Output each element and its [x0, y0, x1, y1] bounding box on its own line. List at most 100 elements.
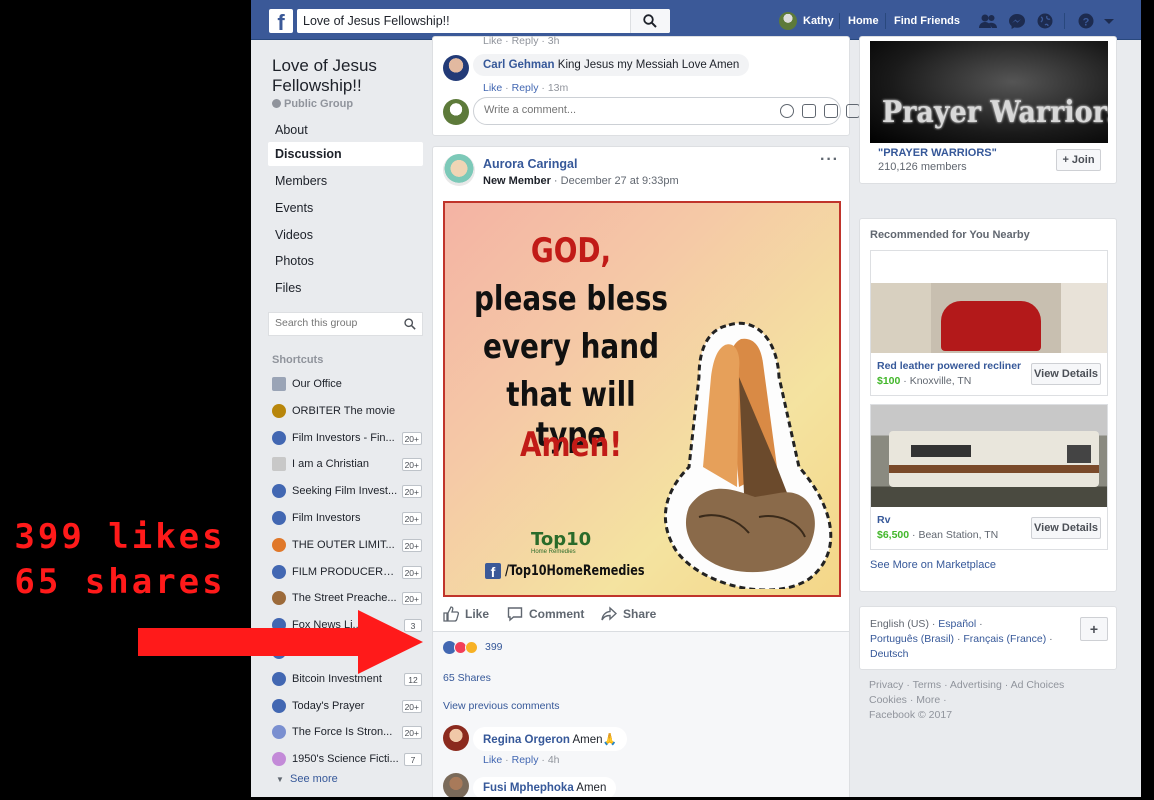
- comment-author[interactable]: Carl Gehman: [483, 59, 555, 71]
- item-title: Red leather powered recliner: [877, 360, 1022, 372]
- search-input[interactable]: [303, 12, 623, 30]
- comment-author[interactable]: Fusi Mphephoka: [483, 782, 574, 794]
- item-photo: [871, 283, 1107, 353]
- account-menu-chevron-down-icon[interactable]: [1101, 13, 1119, 29]
- item-price: $100: [877, 375, 901, 387]
- home-link[interactable]: Home: [848, 15, 879, 27]
- shortcut-item[interactable]: Our Office: [272, 374, 422, 394]
- unread-count-badge: 12: [404, 672, 422, 686]
- shortcut-item[interactable]: Today's Prayer 20+: [272, 696, 422, 716]
- view-details-button[interactable]: View Details: [1031, 517, 1101, 539]
- shortcut-item[interactable]: Film Investors - Fin... 20+: [272, 428, 422, 448]
- share-label: Share: [623, 607, 657, 621]
- see-more-marketplace-link[interactable]: See More on Marketplace: [870, 559, 996, 571]
- shortcut-item[interactable]: Seeking Film Invest... 20+: [272, 481, 422, 501]
- planet-icon: [272, 537, 286, 552]
- search-button[interactable]: [630, 9, 670, 33]
- group-icon: [272, 511, 286, 525]
- group-search-box: [268, 312, 423, 336]
- search-icon[interactable]: [404, 318, 416, 330]
- join-group-button[interactable]: + Join: [1056, 149, 1101, 171]
- shortcut-item[interactable]: THE OUTER LIMIT... 20+: [272, 535, 422, 555]
- unread-count-badge: 20+: [401, 538, 422, 552]
- shortcut-item[interactable]: Film Investors 20+: [272, 508, 422, 528]
- see-more-label: See more: [290, 773, 338, 785]
- image-brand-logo: Top10: [531, 529, 592, 550]
- group-title[interactable]: Love of Jesus Fellowship!!: [272, 56, 422, 96]
- group-nav-videos[interactable]: Videos: [268, 223, 423, 247]
- group-nav-about[interactable]: About: [268, 118, 423, 142]
- shortcut-item[interactable]: I am a Christian 20+: [272, 454, 422, 474]
- comment-like-link[interactable]: Like: [483, 754, 502, 766]
- group-nav-files[interactable]: Files: [268, 276, 423, 300]
- comment-reply-link[interactable]: Reply: [512, 82, 539, 94]
- office-icon: [272, 377, 286, 391]
- language-option[interactable]: Português (Brasil): [870, 633, 954, 645]
- footer-line[interactable]: Cookies · More ·: [869, 693, 1109, 708]
- group-nav-events[interactable]: Events: [268, 196, 423, 220]
- annotation-arrow-icon: [138, 610, 423, 674]
- post-author[interactable]: Aurora Caringal: [483, 157, 577, 171]
- person-icon: [272, 591, 286, 606]
- comment-author[interactable]: Regina Orgeron: [483, 734, 570, 746]
- group-nav-members[interactable]: Members: [268, 169, 423, 193]
- write-comment-input[interactable]: [484, 104, 734, 116]
- author-avatar[interactable]: [443, 154, 475, 186]
- image-brand-sub: Home Remedies: [531, 549, 576, 555]
- comment-reply-link[interactable]: Reply: [512, 754, 539, 766]
- language-option[interactable]: Español: [938, 618, 976, 630]
- camera-icon[interactable]: [802, 104, 816, 118]
- suggested-group-name[interactable]: "PRAYER WARRIORS": [878, 147, 997, 159]
- item-photo: [871, 405, 1107, 507]
- unread-count-badge: 20+: [401, 458, 422, 472]
- see-more-shortcuts-link[interactable]: ▼ See more: [276, 773, 338, 785]
- friend-requests-icon[interactable]: [979, 13, 997, 29]
- comment-text: Amen🙏: [572, 734, 617, 746]
- group-nav-discussion[interactable]: Discussion: [268, 142, 423, 166]
- avatar[interactable]: [443, 773, 469, 797]
- shortcut-item[interactable]: 1950's Science Ficti... 7: [272, 749, 422, 769]
- user-avatar[interactable]: [779, 12, 797, 30]
- view-details-button[interactable]: View Details: [1031, 363, 1101, 385]
- footer-line[interactable]: Privacy · Terms · Advertising · Ad Choic…: [869, 678, 1109, 693]
- group-nav-photos[interactable]: Photos: [268, 249, 423, 273]
- language-option[interactable]: Deutsch: [870, 648, 909, 660]
- post-date[interactable]: December 27 at 9:33pm: [561, 175, 679, 187]
- find-friends-link[interactable]: Find Friends: [894, 15, 960, 27]
- add-language-plus-icon[interactable]: +: [1080, 617, 1108, 641]
- shares-count-link[interactable]: 65 Shares: [443, 672, 491, 684]
- shortcut-item[interactable]: ORBITER The movie: [272, 401, 422, 421]
- comment-like-link[interactable]: Like: [483, 82, 502, 94]
- marketplace-item[interactable]: Red leather powered recliner $100 · Knox…: [870, 250, 1108, 396]
- post-image[interactable]: GOD, please bless every hand that will t…: [443, 201, 841, 597]
- sticker-icon[interactable]: [846, 104, 860, 118]
- shortcut-item[interactable]: FILM PRODUCERS,FIN...20+: [272, 562, 422, 582]
- shortcut-item[interactable]: The Force Is Stron... 20+: [272, 722, 422, 742]
- gif-icon[interactable]: [824, 104, 838, 118]
- facebook-logo-icon: f: [485, 563, 501, 579]
- footer-links: Privacy · Terms · Advertising · Ad Choic…: [869, 678, 1109, 723]
- help-icon[interactable]: ?: [1077, 13, 1095, 29]
- language-list: English (US) · Español · Português (Bras…: [870, 618, 1053, 660]
- avatar[interactable]: [443, 55, 469, 81]
- suggested-group-card: Prayer Warriors "PRAYER WARRIORS" 210,12…: [859, 36, 1117, 184]
- post-options-icon[interactable]: ···: [820, 151, 839, 169]
- language-current: English (US): [870, 618, 929, 630]
- previous-post-comments: Like · Reply · 3h Carl Gehman King Jesus…: [432, 35, 860, 136]
- group-search-input[interactable]: [275, 317, 395, 329]
- shortcut-label: Film Investors: [292, 512, 361, 524]
- profile-link[interactable]: Kathy: [803, 15, 834, 27]
- comment-bubble: Fusi Mphephoka Amen: [473, 777, 617, 797]
- avatar[interactable]: [443, 725, 469, 751]
- notifications-globe-icon[interactable]: [1036, 13, 1054, 29]
- emoji-icon[interactable]: [780, 104, 794, 118]
- messenger-icon[interactable]: [1008, 13, 1026, 29]
- comment-actions: Like · Reply · 13m: [483, 82, 569, 94]
- facebook-logo-icon[interactable]: f: [269, 9, 293, 33]
- group-cover-image[interactable]: Prayer Warriors: [870, 41, 1108, 143]
- thumbs-up-icon: [443, 606, 459, 622]
- marketplace-item[interactable]: Rv $6,500 · Bean Station, TN View Detail…: [870, 404, 1108, 550]
- view-previous-comments-link[interactable]: View previous comments: [443, 700, 560, 712]
- language-option[interactable]: Français (France): [963, 633, 1046, 645]
- shortcut-item[interactable]: The Street Preache... 20+: [272, 588, 422, 608]
